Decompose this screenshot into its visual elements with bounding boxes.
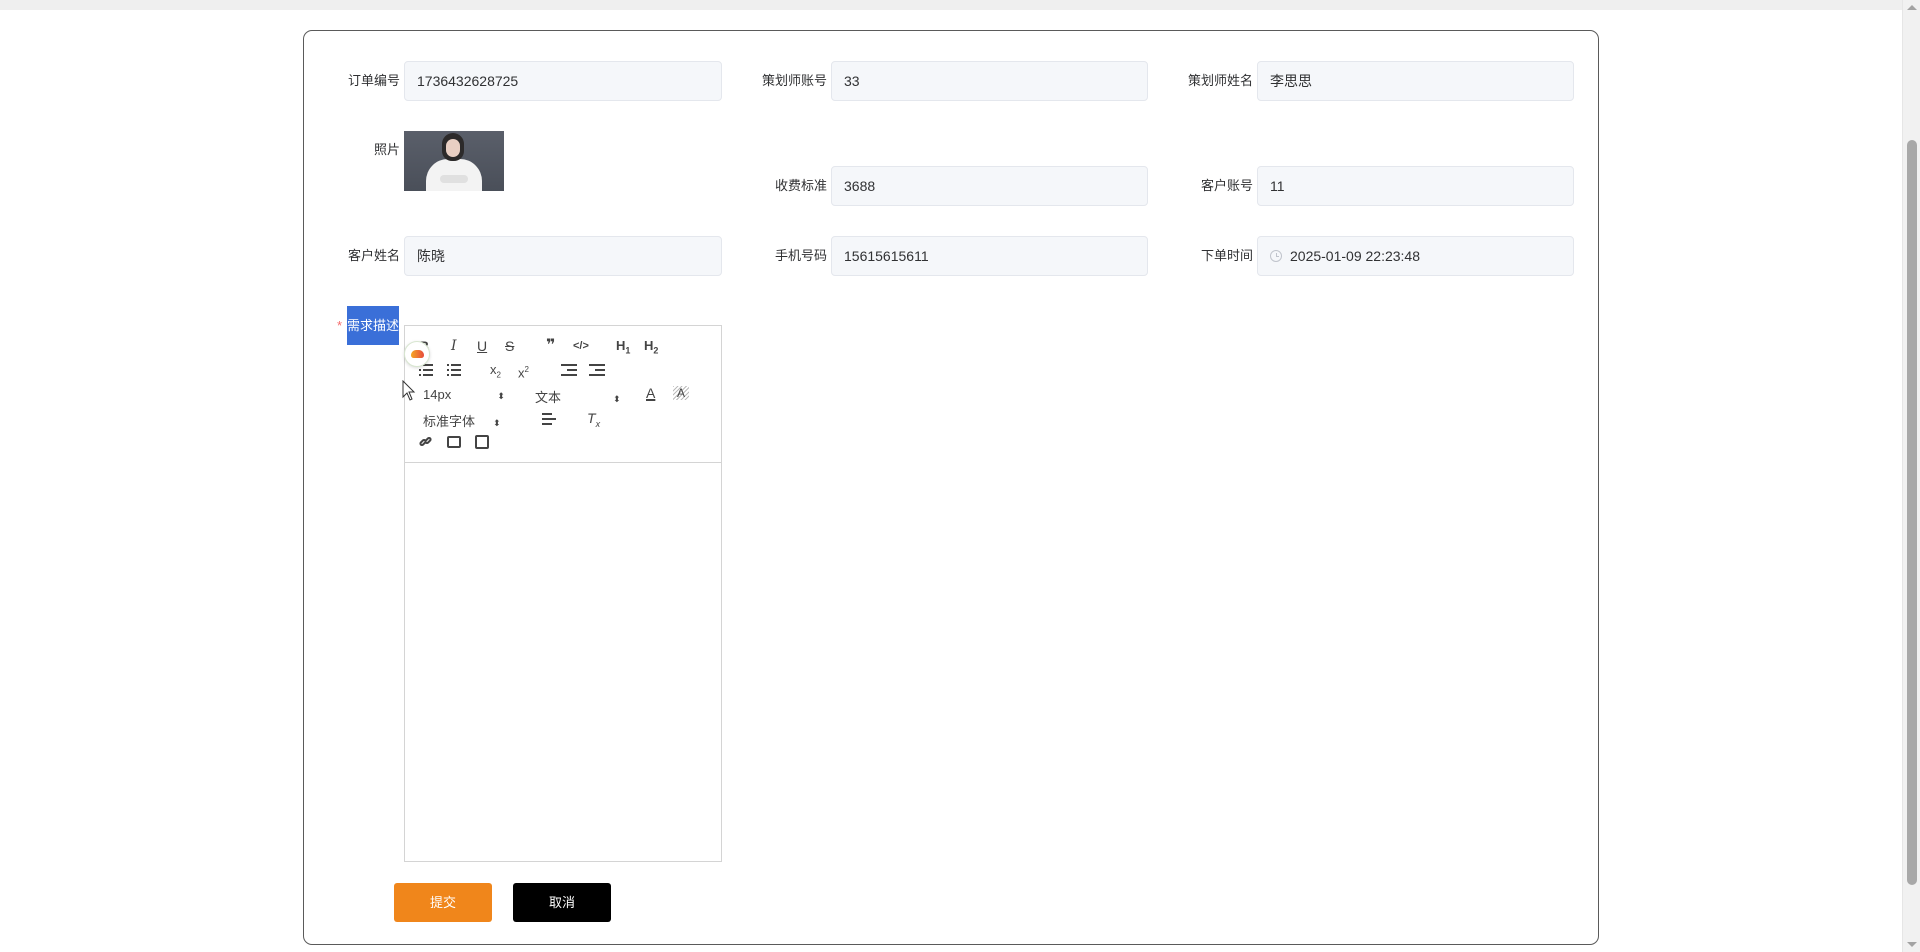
strikethrough-icon[interactable]: S <box>505 338 514 354</box>
blockquote-icon[interactable]: ❞ <box>546 338 555 354</box>
clear-format-icon[interactable]: Tx <box>587 410 600 432</box>
required-mark: * <box>337 318 343 333</box>
scroll-down-arrow-icon[interactable] <box>1907 942 1917 947</box>
header-select[interactable]: 文本 ⬍ <box>535 387 621 406</box>
background-color-icon[interactable]: A <box>673 386 689 400</box>
cancel-button[interactable]: 取消 <box>513 883 611 922</box>
clock-icon <box>1270 250 1282 262</box>
font-size-value: 14px <box>423 387 452 402</box>
customer-name-label: 客户姓名 <box>347 248 400 263</box>
phone-field[interactable]: 15615615611 <box>831 236 1148 276</box>
planner-photo[interactable] <box>404 131 504 191</box>
order-time-label: 下单时间 <box>1200 248 1253 263</box>
customer-account-field[interactable]: 11 <box>1257 166 1574 206</box>
browser-top-strip <box>0 0 1902 10</box>
header-caret-icon: ⬍ <box>613 393 621 404</box>
font-size-select[interactable]: 14px ⬍ <box>423 387 505 402</box>
order-no-field[interactable]: 1736432628725 <box>404 61 722 101</box>
subscript-icon[interactable]: x2 <box>490 362 501 384</box>
customer-account-label: 客户账号 <box>1200 178 1253 193</box>
font-family-caret-icon: ⬍ <box>493 417 501 428</box>
header-value: 文本 <box>535 390 562 405</box>
editor-content-area[interactable] <box>405 464 721 861</box>
phone-label: 手机号码 <box>774 248 827 263</box>
description-label: 需求描述 <box>347 306 399 345</box>
fee-standard-field[interactable]: 3688 <box>831 166 1148 206</box>
scroll-up-arrow-icon[interactable] <box>1907 5 1917 10</box>
order-no-label: 订单编号 <box>347 73 400 88</box>
heading1-icon[interactable]: H1 <box>616 338 630 359</box>
code-block-icon[interactable]: </> <box>573 338 589 354</box>
heading2-icon[interactable]: H2 <box>644 338 658 359</box>
font-family-select[interactable]: 标准字体 ⬍ <box>423 411 501 430</box>
scrollbar-thumb[interactable] <box>1907 140 1917 885</box>
submit-button[interactable]: 提交 <box>394 883 492 922</box>
vertical-scrollbar[interactable] <box>1902 0 1920 952</box>
link-icon[interactable] <box>418 435 433 449</box>
font-color-icon[interactable]: A <box>646 385 655 401</box>
customer-name-field[interactable]: 陈晓 <box>404 236 722 276</box>
order-time-field[interactable]: 2025-01-09 22:23:48 <box>1257 236 1574 276</box>
editor-toolbar: B I U S ❞ </> H1 H2 x2 x2 14px⬍ 文本⬍ A A … <box>405 326 721 463</box>
bullet-list-icon[interactable] <box>447 364 461 376</box>
browser-extension-badge-icon[interactable] <box>404 341 430 367</box>
planner-account-label: 策划师账号 <box>761 73 827 88</box>
font-family-value: 标准字体 <box>423 414 476 429</box>
font-size-caret-icon: ⬍ <box>497 390 505 401</box>
indent-icon[interactable] <box>589 364 605 376</box>
planner-account-field[interactable]: 33 <box>831 61 1148 101</box>
underline-icon[interactable]: U <box>477 338 487 354</box>
planner-name-field[interactable]: 李思思 <box>1257 61 1574 101</box>
superscript-icon[interactable]: x2 <box>518 362 529 381</box>
image-icon[interactable] <box>447 436 461 448</box>
fee-standard-label: 收费标准 <box>774 178 827 193</box>
align-left-icon[interactable] <box>542 413 556 425</box>
rich-text-editor: B I U S ❞ </> H1 H2 x2 x2 14px⬍ 文本⬍ A A … <box>404 325 722 862</box>
order-time-value: 2025-01-09 22:23:48 <box>1290 248 1420 264</box>
planner-name-label: 策划师姓名 <box>1187 73 1253 88</box>
video-icon[interactable] <box>475 435 489 449</box>
italic-icon[interactable]: I <box>451 338 457 354</box>
photo-label: 照片 <box>373 142 400 157</box>
outdent-icon[interactable] <box>561 364 577 376</box>
